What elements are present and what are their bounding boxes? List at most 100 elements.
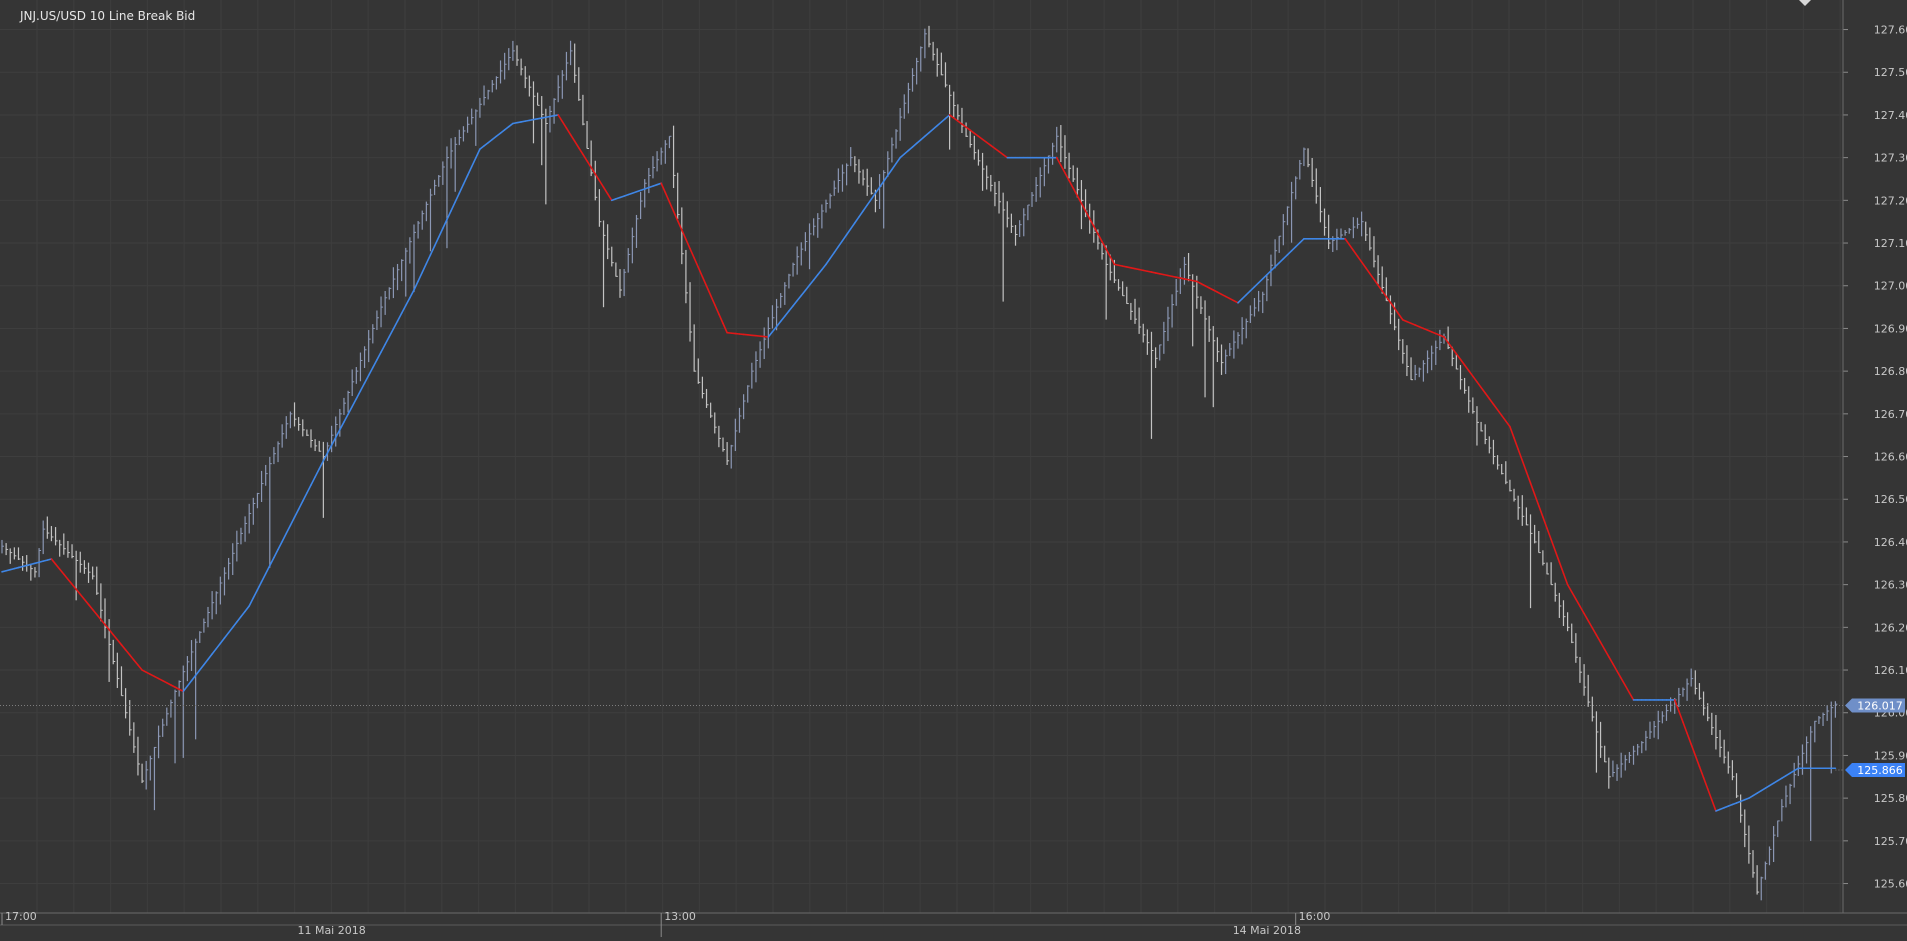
moving-average-segment <box>385 337 389 345</box>
moving-average-segment <box>1086 211 1090 219</box>
moving-average-segment <box>842 235 846 241</box>
moving-average-segment <box>1077 196 1081 204</box>
moving-average-segment <box>64 574 68 579</box>
moving-average-segment <box>60 569 64 574</box>
moving-average-segment <box>719 314 723 323</box>
moving-average-segment <box>863 205 867 211</box>
grid <box>0 0 1843 913</box>
y-tick-label: 126.30 <box>1874 579 1907 592</box>
moving-average-segment <box>410 290 414 298</box>
moving-average-segment <box>352 399 356 407</box>
moving-average-segment <box>356 391 360 399</box>
y-tick-label: 125.80 <box>1874 792 1907 805</box>
moving-average-segment <box>686 239 690 248</box>
current-price-badge-label: 126.017 <box>1857 699 1903 712</box>
moving-average-segment <box>562 122 566 129</box>
moving-average-segment <box>1267 271 1271 275</box>
moving-average-segment <box>1625 686 1629 693</box>
moving-average-segment <box>130 655 134 660</box>
moving-average-segment <box>311 477 315 485</box>
moving-average-segment <box>1531 483 1535 494</box>
moving-average-segment <box>1106 249 1110 257</box>
moving-average-segment <box>777 321 781 326</box>
moving-average-segment <box>1588 621 1592 628</box>
moving-average-segment <box>1596 635 1600 642</box>
moving-average-segment <box>694 258 698 267</box>
ma-price-badge-label: 125.866 <box>1857 764 1903 777</box>
moving-average-segment <box>224 633 228 638</box>
moving-average-segment <box>941 118 945 122</box>
y-tick-label: 127.20 <box>1874 194 1907 207</box>
x-date-label: 14 Mai 2018 <box>1233 924 1301 937</box>
moving-average-segment <box>785 311 789 316</box>
y-tick-label: 127.10 <box>1874 237 1907 250</box>
moving-average-segment <box>332 438 336 446</box>
moving-average-segment <box>1712 800 1716 811</box>
moving-average-segment <box>459 184 463 193</box>
moving-average-segment <box>797 296 801 301</box>
y-tick-label: 126.40 <box>1874 536 1907 549</box>
moving-average-segment <box>1452 348 1456 354</box>
moving-average-segment <box>1292 247 1296 251</box>
moving-average-segment <box>393 321 397 329</box>
x-time-label: 13:00 <box>664 910 696 923</box>
moving-average-segment <box>241 611 245 616</box>
moving-average-segment <box>426 255 430 264</box>
moving-average-segment <box>233 622 237 627</box>
moving-average-segment <box>204 659 208 664</box>
moving-average-segment <box>921 136 925 140</box>
moving-average-segment <box>604 187 608 194</box>
moving-average-segment <box>1374 279 1378 285</box>
moving-average-segment <box>1090 219 1094 227</box>
moving-average-segment <box>1502 415 1506 421</box>
moving-average-segment <box>422 264 426 273</box>
moving-average-segment <box>822 264 826 269</box>
moving-average-segment <box>707 286 711 295</box>
moving-average-segment <box>126 650 130 655</box>
moving-average-segment <box>682 230 686 239</box>
moving-average-segment <box>855 217 859 223</box>
moving-average-segment <box>789 306 793 311</box>
moving-average-segment <box>381 344 385 352</box>
moving-average-segment <box>68 579 72 584</box>
moving-average-segment <box>698 267 702 276</box>
moving-average-segment <box>89 604 93 609</box>
moving-average-segment <box>430 246 434 255</box>
moving-average-segment <box>1081 203 1085 211</box>
moving-average-segment <box>838 241 842 247</box>
moving-average-segment <box>1563 573 1567 584</box>
moving-average-segment <box>1370 274 1374 280</box>
moving-average-segment <box>1551 540 1555 551</box>
chart-area[interactable]: 127.60127.50127.40127.30127.20127.10127.… <box>0 0 1907 937</box>
moving-average-segment <box>1518 449 1522 460</box>
moving-average-segment <box>1572 592 1576 599</box>
moving-average-segment <box>336 430 340 438</box>
moving-average-segment <box>1395 308 1399 314</box>
moving-average-segment <box>1485 393 1489 399</box>
moving-average-segment <box>1547 528 1551 539</box>
moving-average-segment <box>896 158 900 164</box>
moving-average-segment <box>566 128 570 135</box>
moving-average-segment <box>229 627 233 632</box>
moving-average-segment <box>575 141 579 148</box>
price-chart[interactable]: 127.60127.50127.40127.30127.20127.10127.… <box>0 0 1907 937</box>
moving-average-segment <box>1522 461 1526 472</box>
moving-average-segment <box>1069 181 1073 189</box>
moving-average-segment <box>1283 255 1287 259</box>
moving-average-segment <box>1263 275 1267 279</box>
moving-average-segment <box>1568 585 1572 592</box>
moving-average-segment <box>678 221 682 230</box>
moving-average-segment <box>884 175 888 181</box>
moving-average-segment <box>447 211 451 220</box>
moving-average-segment <box>348 406 352 414</box>
moving-average-segment <box>472 158 476 167</box>
moving-average-segment <box>702 277 706 286</box>
moving-average-segment <box>200 665 204 670</box>
moving-average-segment <box>282 533 286 541</box>
moving-average-segment <box>307 485 311 493</box>
moving-average-segment <box>1683 722 1687 733</box>
chart-menu-arrow-icon[interactable] <box>1799 0 1811 6</box>
moving-average-segment <box>1456 354 1460 360</box>
moving-average-segment <box>290 517 294 525</box>
moving-average-segment <box>315 469 319 477</box>
